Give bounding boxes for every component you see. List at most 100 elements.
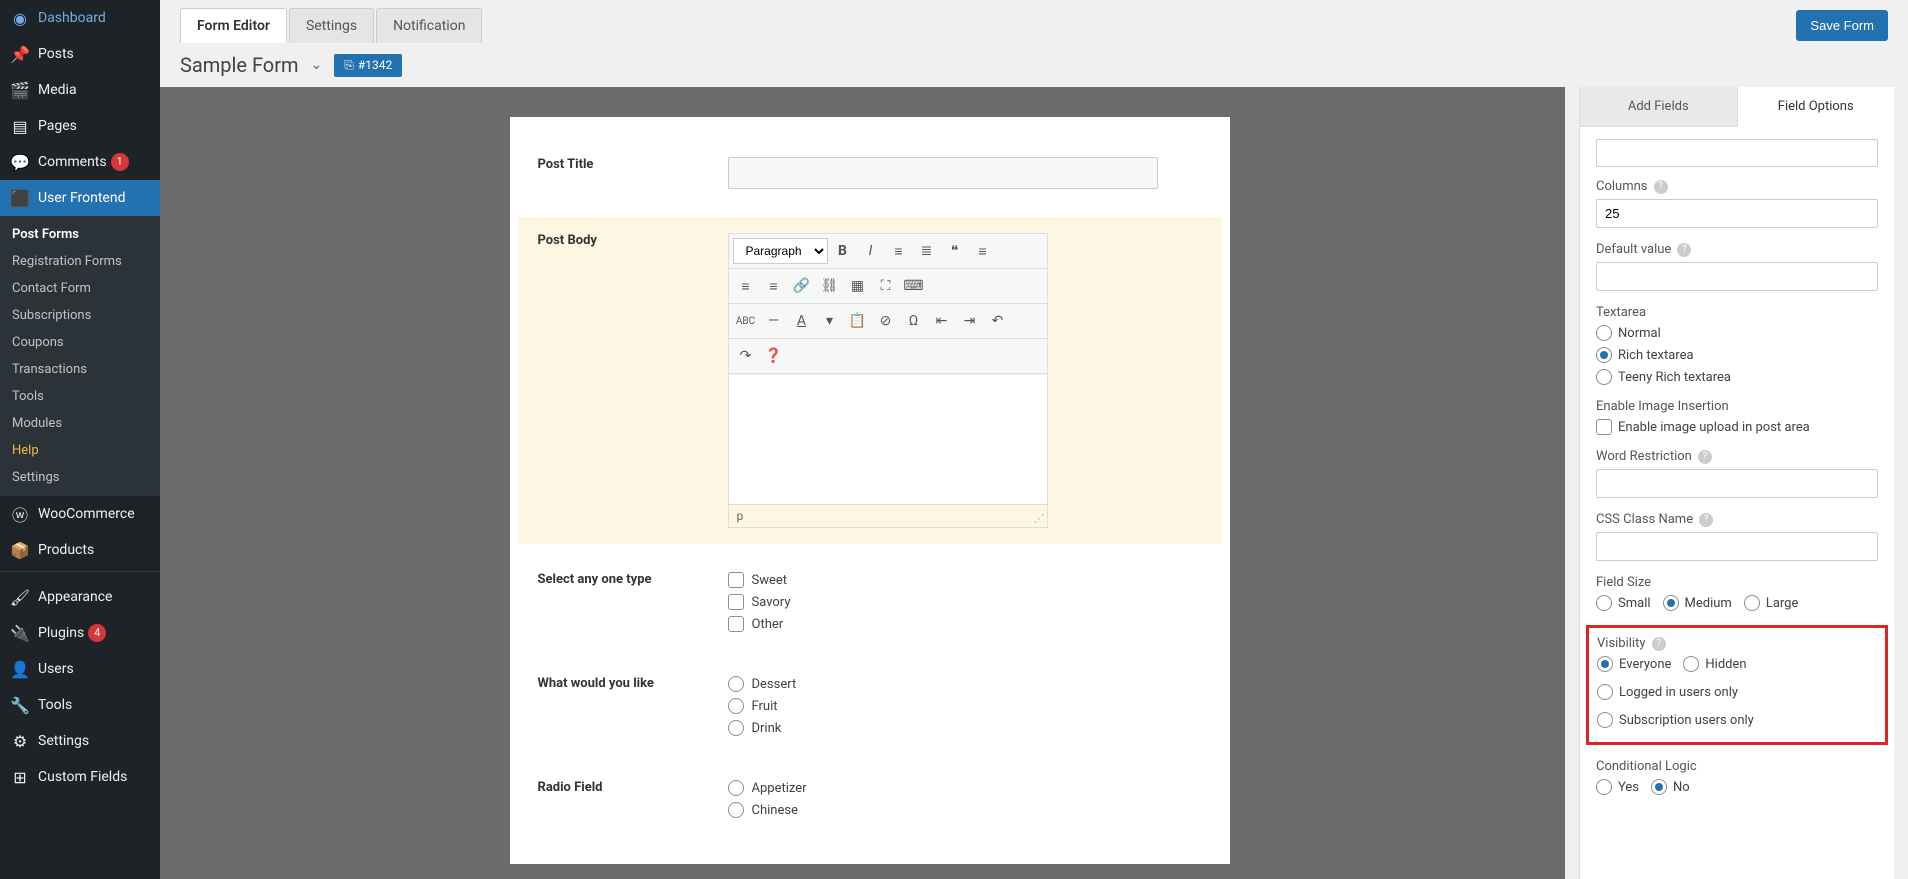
readmore-icon[interactable]: ▦ xyxy=(845,273,871,299)
indent-icon[interactable]: ⇥ xyxy=(957,308,983,334)
help-icon[interactable]: ? xyxy=(1698,450,1712,464)
radio-no[interactable] xyxy=(1651,779,1667,795)
tab-settings[interactable]: Settings xyxy=(289,8,374,43)
help-icon[interactable]: ? xyxy=(1654,180,1668,194)
menu-item-media[interactable]: 🎬Media xyxy=(0,72,160,108)
panel-scrollbar[interactable] xyxy=(1894,87,1908,879)
undo-icon[interactable]: ↶ xyxy=(985,308,1011,334)
field-post-body[interactable]: Post Body Paragraph B I ≡ ≣ ❝ xyxy=(518,217,1222,544)
align-left-icon[interactable]: ≡ xyxy=(733,273,759,299)
fullscreen-icon[interactable]: ⛶ xyxy=(873,273,899,299)
radio-hidden[interactable] xyxy=(1683,656,1699,672)
submenu-item-modules[interactable]: Modules xyxy=(0,410,160,437)
css-class-input[interactable] xyxy=(1596,532,1878,561)
menu-item-settings[interactable]: ⚙Settings xyxy=(0,723,160,759)
radio-subscription-users-only[interactable] xyxy=(1597,712,1613,728)
checkbox[interactable] xyxy=(728,594,744,610)
radio[interactable] xyxy=(728,698,744,714)
columns-input[interactable] xyxy=(1596,199,1878,228)
number-list-icon[interactable]: ≣ xyxy=(914,238,940,264)
help-icon[interactable]: ? xyxy=(1699,513,1713,527)
bold-icon[interactable]: B xyxy=(830,238,856,264)
unlink-icon[interactable]: ⛓ xyxy=(817,273,843,299)
redo-icon[interactable]: ↷ xyxy=(733,343,759,369)
post-title-input[interactable] xyxy=(728,157,1158,189)
truncated-input[interactable] xyxy=(1596,139,1878,167)
submenu-item-help[interactable]: Help xyxy=(0,437,160,464)
submenu-item-coupons[interactable]: Coupons xyxy=(0,329,160,356)
field-radio2[interactable]: Radio Field AppetizerChinese xyxy=(538,770,1202,834)
enable-image-checkbox[interactable] xyxy=(1596,419,1612,435)
editor-textarea[interactable] xyxy=(729,374,1047,504)
radio-teeny-rich-textarea[interactable] xyxy=(1596,369,1612,385)
submenu-item-settings[interactable]: Settings xyxy=(0,464,160,491)
checkbox[interactable] xyxy=(728,616,744,632)
menu-item-appearance[interactable]: 🖌Appearance xyxy=(0,579,160,615)
menu-item-user-frontend[interactable]: ⬛User Frontend xyxy=(0,180,160,216)
tab-add-fields[interactable]: Add Fields xyxy=(1580,87,1737,127)
text-color-icon[interactable]: A xyxy=(789,308,815,334)
menu-item-posts[interactable]: 📌Posts xyxy=(0,36,160,72)
special-char-icon[interactable]: Ω xyxy=(901,308,927,334)
radio-everyone[interactable] xyxy=(1597,656,1613,672)
tab-form-editor[interactable]: Form Editor xyxy=(180,8,287,43)
bullet-list-icon[interactable]: ≡ xyxy=(886,238,912,264)
field-post-title[interactable]: Post Title xyxy=(538,147,1202,199)
menu-item-custom-fields[interactable]: ⊞Custom Fields xyxy=(0,759,160,795)
menu-item-comments[interactable]: 💬Comments1 xyxy=(0,144,160,180)
submenu-item-post-forms[interactable]: Post Forms xyxy=(0,221,160,248)
radio[interactable] xyxy=(728,676,744,692)
quote-icon[interactable]: ❝ xyxy=(942,238,968,264)
radio-medium[interactable] xyxy=(1663,595,1679,611)
save-form-button[interactable]: Save Form xyxy=(1796,10,1888,41)
radio[interactable] xyxy=(728,720,744,736)
format-select[interactable]: Paragraph xyxy=(733,238,828,264)
clear-format-icon[interactable]: ⊘ xyxy=(873,308,899,334)
chevron-down-icon[interactable]: ⌄ xyxy=(311,57,323,73)
default-value-input[interactable] xyxy=(1596,262,1878,291)
menu-item-dashboard[interactable]: ◉Dashboard xyxy=(0,0,160,36)
radio-rich-textarea[interactable] xyxy=(1596,347,1612,363)
radio-normal[interactable] xyxy=(1596,325,1612,341)
tab-field-options[interactable]: Field Options xyxy=(1737,87,1895,127)
help-icon[interactable]: ? xyxy=(1652,637,1666,651)
help-icon[interactable]: ? xyxy=(1677,243,1691,257)
menu-item-woocommerce[interactable]: ⓦWooCommerce xyxy=(0,496,160,532)
tab-notification[interactable]: Notification xyxy=(376,8,482,43)
hr-icon[interactable]: — xyxy=(761,308,787,334)
word-restrict-input[interactable] xyxy=(1596,469,1878,498)
radio[interactable] xyxy=(728,802,744,818)
submenu-item-transactions[interactable]: Transactions xyxy=(0,356,160,383)
field-radio1[interactable]: What would you like DessertFruitDrink xyxy=(538,666,1202,752)
menu-item-pages[interactable]: ▤Pages xyxy=(0,108,160,144)
menu-item-plugins[interactable]: 🔌Plugins4 xyxy=(0,615,160,651)
radio-small[interactable] xyxy=(1596,595,1612,611)
resize-handle-icon[interactable]: ⋰ xyxy=(1034,512,1045,525)
menu-item-tools[interactable]: 🔧Tools xyxy=(0,687,160,723)
columns-label: Columns? xyxy=(1596,179,1878,194)
submenu-item-subscriptions[interactable]: Subscriptions xyxy=(0,302,160,329)
radio-yes[interactable] xyxy=(1596,779,1612,795)
radio-logged-in-users-only[interactable] xyxy=(1597,684,1613,700)
paste-icon[interactable]: 📋 xyxy=(845,308,871,334)
submenu-item-tools[interactable]: Tools xyxy=(0,383,160,410)
submenu-item-registration-forms[interactable]: Registration Forms xyxy=(0,248,160,275)
form-id-badge[interactable]: ⎘ #1342 xyxy=(334,54,402,77)
canvas-scrollbar[interactable] xyxy=(1565,87,1579,879)
menu-item-users[interactable]: 👤Users xyxy=(0,651,160,687)
radio[interactable] xyxy=(728,780,744,796)
italic-icon[interactable]: I xyxy=(858,238,884,264)
strikethrough-icon[interactable]: ABC xyxy=(733,308,759,334)
radio-large[interactable] xyxy=(1744,595,1760,611)
align-right-icon[interactable]: ≡ xyxy=(761,273,787,299)
link-icon[interactable]: 🔗 xyxy=(789,273,815,299)
help-icon[interactable]: ❓ xyxy=(761,343,787,369)
dropdown-icon[interactable]: ▾ xyxy=(817,308,843,334)
outdent-icon[interactable]: ⇤ xyxy=(929,308,955,334)
submenu-item-contact-form[interactable]: Contact Form xyxy=(0,275,160,302)
keyboard-icon[interactable]: ⌨ xyxy=(901,273,927,299)
menu-item-products[interactable]: 📦Products xyxy=(0,532,160,568)
field-checkbox[interactable]: Select any one type SweetSavoryOther xyxy=(538,562,1202,648)
checkbox[interactable] xyxy=(728,572,744,588)
align-icon[interactable]: ≡ xyxy=(970,238,996,264)
